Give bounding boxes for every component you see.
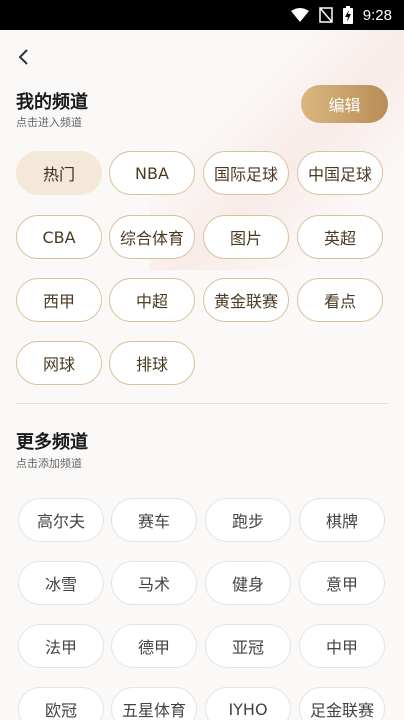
my-channel-chip[interactable]: CBA [16,215,102,259]
my-channel-chip[interactable]: 西甲 [16,278,102,322]
more-channel-chip[interactable]: 欧冠 [18,687,104,720]
my-channel-chip[interactable]: 中国足球 [297,151,383,195]
more-channel-chip[interactable]: 亚冠 [205,624,291,668]
chevron-left-icon [18,49,28,65]
more-channel-chip[interactable]: 法甲 [18,624,104,668]
edit-button[interactable]: 编辑 [301,85,388,123]
more-channel-chip[interactable]: 跑步 [205,498,291,542]
my-channel-chip[interactable]: 中超 [109,278,195,322]
more-channels-subtitle: 点击添加频道 [16,457,82,470]
more-channel-chip[interactable]: 德甲 [111,624,197,668]
more-channel-chip[interactable]: 冰雪 [18,561,104,605]
my-channel-chip[interactable]: NBA [109,151,195,195]
divider [16,403,388,404]
signal-muted-icon [319,7,333,23]
my-channel-chip[interactable]: 综合体育 [109,215,195,259]
more-channel-chip[interactable]: 健身 [205,561,291,605]
my-channel-chip[interactable]: 网球 [16,341,102,385]
my-channels-subtitle: 点击进入频道 [16,116,82,129]
my-channels-title: 我的频道 [16,92,88,113]
my-channel-chip[interactable]: 排球 [109,341,195,385]
my-channel-chip[interactable]: 看点 [297,278,383,322]
my-channel-chip[interactable]: 图片 [203,215,289,259]
more-channel-chip[interactable]: 意甲 [299,561,385,605]
back-button[interactable] [10,44,36,70]
more-channel-chip[interactable]: IYHO [205,687,291,720]
my-channel-chip[interactable]: 热门 [16,151,102,195]
status-time: 9:28 [362,6,392,24]
more-channel-chip[interactable]: 中甲 [299,624,385,668]
more-channels-title: 更多频道 [16,432,88,453]
status-bar: 9:28 [0,0,404,30]
more-channel-chip[interactable]: 高尔夫 [18,498,104,542]
my-channel-chip[interactable]: 黄金联赛 [203,278,289,322]
more-channel-chip[interactable]: 五星体育 [111,687,197,720]
my-channel-chip[interactable]: 国际足球 [203,151,289,195]
wifi-icon [290,8,309,22]
more-channel-chip[interactable]: 赛车 [111,498,197,542]
more-channel-chip[interactable]: 足金联赛 [299,687,385,720]
more-channel-chip[interactable]: 棋牌 [299,498,385,542]
more-channel-chip[interactable]: 马术 [111,561,197,605]
my-channel-chip[interactable]: 英超 [297,215,383,259]
battery-charging-icon [342,6,353,24]
